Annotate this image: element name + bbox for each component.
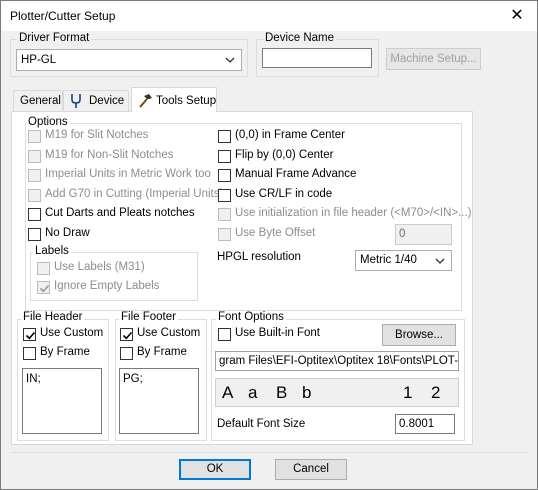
font-path-input[interactable]: gram Files\EFI-Optitex\Optitex 18\Fonts\… [215, 351, 459, 371]
font-preview-glyph: 2 [431, 383, 441, 402]
chevron-down-icon [225, 57, 235, 63]
plotter-cutter-setup-dialog: Plotter/Cutter Setup ✕ Driver Format HP-… [0, 0, 538, 490]
tools-setup-panel: Options M19 for Slit Notches M19 for Non… [11, 111, 473, 445]
hpgl-resolution-value: Metric 1/40 [360, 254, 417, 266]
file-footer-textarea[interactable]: PG; [119, 368, 199, 434]
byte-offset-input[interactable]: 0 [395, 224, 452, 245]
driver-format-select[interactable]: HP-GL [16, 49, 242, 71]
checkmark-icon [39, 284, 50, 293]
default-font-size-input[interactable]: 0.8001 [395, 414, 455, 434]
file-header-label: File Header [21, 311, 85, 323]
labels-group-label: Labels [33, 245, 71, 257]
font-preview: A a B b 1 2 [215, 378, 459, 407]
file-header-textarea[interactable]: IN; [22, 368, 102, 434]
checkmark-icon [25, 331, 36, 340]
device-name-label: Device Name [263, 32, 337, 44]
font-preview-glyph: A [222, 383, 234, 402]
font-preview-glyph: B [276, 383, 288, 402]
device-name-input[interactable] [262, 48, 372, 68]
hpgl-resolution-select[interactable]: Metric 1/40 [355, 250, 452, 271]
driver-format-label: Driver Format [17, 32, 92, 44]
font-options-label: Font Options [216, 311, 286, 323]
chevron-down-icon [435, 258, 445, 264]
font-preview-glyph: b [302, 383, 312, 402]
checkmark-icon [122, 331, 133, 340]
font-preview-glyph: 1 [403, 383, 413, 402]
browse-font-button[interactable]: Browse... [382, 324, 456, 346]
close-icon[interactable]: ✕ [497, 1, 537, 31]
machine-setup-button[interactable]: Machine Setup... [386, 48, 481, 70]
driver-format-value: HP-GL [21, 54, 57, 66]
tab-tools-setup[interactable]: Tools Setup [131, 87, 217, 112]
hpgl-resolution-label: HPGL resolution [217, 251, 301, 263]
labels-group [30, 252, 198, 301]
tab-device[interactable]: Device [63, 90, 129, 112]
tab-general[interactable]: General [13, 90, 63, 112]
ok-button[interactable]: OK [179, 459, 251, 480]
window-title: Plotter/Cutter Setup [10, 9, 116, 23]
title-bar: Plotter/Cutter Setup ✕ [1, 1, 537, 31]
footer-separator [11, 452, 529, 453]
file-footer-label: File Footer [119, 311, 178, 323]
font-preview-glyph: a [248, 383, 258, 402]
cancel-button[interactable]: Cancel [275, 459, 347, 480]
tuning-fork-icon [71, 94, 81, 108]
hammer-icon [139, 94, 152, 108]
options-label: Options [26, 116, 70, 128]
default-font-size-label: Default Font Size [217, 418, 306, 430]
